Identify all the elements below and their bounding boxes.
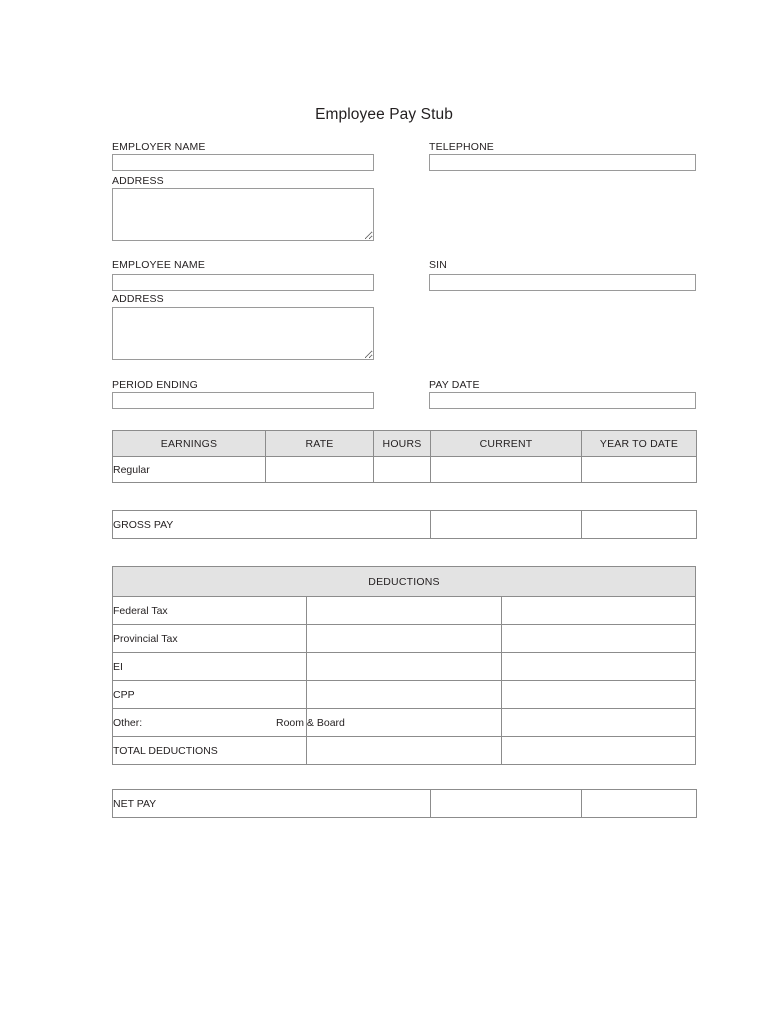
deduction-ei-label: EI [111,652,308,681]
deduction-total-label: TOTAL DEDUCTIONS [111,736,308,765]
earnings-header-ytd: YEAR TO DATE [581,430,697,457]
table-row: Federal Tax [111,596,697,625]
employee-address-label: ADDRESS [112,293,164,305]
deduction-federal-tax-current[interactable] [306,596,502,625]
employer-name-label: EMPLOYER NAME [112,141,206,153]
deduction-federal-tax-label: Federal Tax [111,596,308,625]
table-row: GROSS PAY [112,510,697,539]
deduction-cpp-current[interactable] [306,680,502,709]
employer-telephone-label: TELEPHONE [429,141,494,153]
employer-name-input[interactable] [112,154,374,171]
net-pay-ytd[interactable] [581,789,697,818]
gross-pay-table: GROSS PAY [112,510,697,539]
earnings-row-regular-rate[interactable] [265,456,374,483]
page-title: Employee Pay Stub [315,106,453,123]
deductions-title: DEDUCTIONS [112,566,696,597]
earnings-header-row: EARNINGS RATE HOURS CURRENT YEAR TO DATE [112,430,697,457]
earnings-row-regular-ytd[interactable] [581,456,697,483]
table-row: Regular [112,456,697,483]
period-ending-label: PERIOD ENDING [112,379,198,391]
net-pay-current[interactable] [430,789,582,818]
table-row: TOTAL DEDUCTIONS [111,736,697,765]
deduction-ei-ytd[interactable] [500,652,697,681]
earnings-header-hours: HOURS [373,430,431,457]
earnings-header-rate: RATE [265,430,374,457]
deduction-cpp-label: CPP [111,680,308,709]
table-row: Other: Room & Board [111,708,697,737]
table-row: NET PAY [112,789,697,818]
table-row: EI [111,652,697,681]
employer-address-input[interactable] [112,188,374,241]
pay-date-input[interactable] [429,392,696,409]
employer-address-label: ADDRESS [112,175,164,187]
deduction-federal-tax-ytd[interactable] [500,596,697,625]
deduction-other-sublabel: Room & Board [276,716,345,729]
pay-date-label: PAY DATE [429,379,480,391]
deduction-ei-current[interactable] [306,652,502,681]
earnings-row-regular-hours[interactable] [373,456,431,483]
deduction-cpp-ytd[interactable] [500,680,697,709]
employee-name-input[interactable] [112,274,374,291]
employer-telephone-input[interactable] [429,154,696,171]
deduction-other-label: Other: [113,716,143,729]
deduction-total-ytd[interactable] [500,736,697,765]
employee-name-label: EMPLOYEE NAME [112,259,205,271]
net-pay-label: NET PAY [112,789,431,818]
deduction-other-cell: Other: Room & Board [111,708,345,737]
gross-pay-label: GROSS PAY [112,510,431,539]
deduction-provincial-tax-current[interactable] [306,624,502,653]
earnings-row-regular-label: Regular [112,456,266,483]
deduction-total-current[interactable] [306,736,502,765]
deductions-header-row: DEDUCTIONS [112,566,696,597]
deduction-provincial-tax-ytd[interactable] [500,624,697,653]
earnings-row-regular-current[interactable] [430,456,582,483]
earnings-table: EARNINGS RATE HOURS CURRENT YEAR TO DATE… [112,430,697,483]
employee-sin-label: SIN [429,259,447,271]
table-row: CPP [111,680,697,709]
gross-pay-current[interactable] [430,510,582,539]
table-row: Provincial Tax [111,624,697,653]
deduction-other-ytd[interactable] [500,708,697,737]
deduction-provincial-tax-label: Provincial Tax [111,624,308,653]
earnings-header-current: CURRENT [430,430,582,457]
deductions-table: DEDUCTIONS Federal Tax Provincial Tax EI… [111,566,697,765]
period-ending-input[interactable] [112,392,374,409]
employee-address-input[interactable] [112,307,374,360]
employee-sin-input[interactable] [429,274,696,291]
earnings-header-earnings: EARNINGS [112,430,266,457]
pay-stub-document: Employee Pay Stub EMPLOYER NAME TELEPHON… [0,0,768,1021]
gross-pay-ytd[interactable] [581,510,697,539]
net-pay-table: NET PAY [112,789,697,818]
